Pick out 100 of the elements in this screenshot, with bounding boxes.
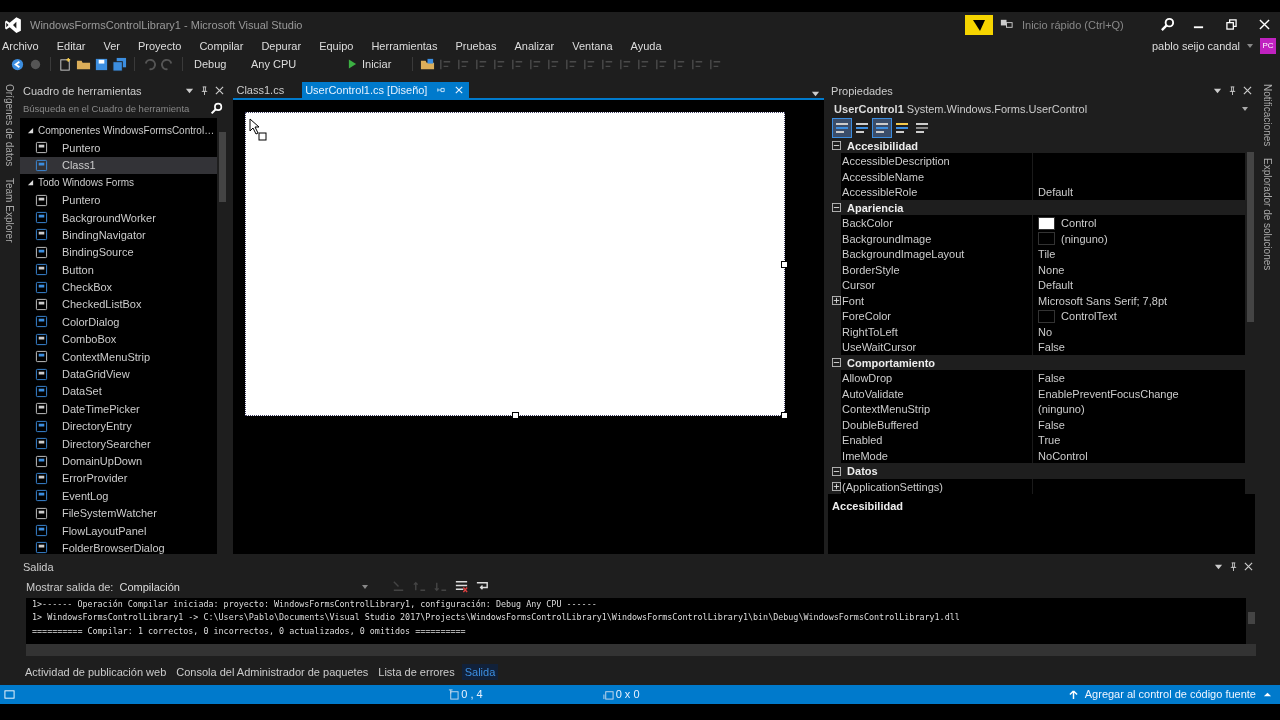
search-field[interactable]: Búsqueda en el Cuadro de herramienta [19, 99, 228, 118]
menu-item[interactable]: Archivo [2, 39, 39, 52]
property-name[interactable]: ImeMode [842, 449, 888, 462]
property-value[interactable]: (ninguno) [1038, 403, 1085, 416]
property-value[interactable]: False [1038, 418, 1065, 431]
expand-icon[interactable] [832, 482, 842, 492]
property-value[interactable]: Default [1038, 279, 1073, 292]
toolbox-item[interactable]: CheckedListBox [19, 295, 218, 314]
start-button[interactable]: Iniciar [346, 58, 406, 71]
toolbox-item[interactable]: BackgroundWorker [19, 208, 218, 227]
resize-handle[interactable] [781, 411, 789, 419]
bottom-tab[interactable]: Consola del Administrador de paquetes [173, 664, 372, 680]
property-name[interactable]: (ApplicationSettings) [842, 480, 943, 493]
property-value[interactable]: EnablePreventFocusChange [1038, 387, 1179, 400]
menu-item[interactable]: Proyecto [137, 39, 182, 52]
collapse-icon[interactable] [832, 466, 842, 476]
property-value[interactable]: No [1038, 325, 1053, 338]
back-icon[interactable] [10, 56, 25, 72]
output-source-dropdown[interactable]: Compilación [119, 580, 376, 593]
property-name[interactable]: Enabled [842, 434, 883, 447]
save-icon[interactable] [94, 56, 109, 72]
bottom-tab[interactable]: Lista de errores [375, 664, 458, 680]
property-name[interactable]: BorderStyle [842, 263, 900, 276]
menu-item[interactable]: Herramientas [371, 39, 438, 52]
property-name[interactable]: AutoValidate [842, 387, 904, 400]
property-value[interactable]: None [1038, 263, 1065, 276]
expand-icon[interactable] [832, 296, 842, 306]
object-selector[interactable]: UserControl1 System.Windows.Forms.UserControl [828, 99, 1256, 118]
property-value[interactable]: ControlText [1061, 310, 1117, 323]
user-avatar[interactable]: PC [1260, 37, 1276, 54]
restore-icon[interactable] [1226, 19, 1237, 31]
toolbox-item[interactable]: DataGridView [19, 365, 218, 383]
toolbox-item[interactable]: CheckBox [19, 278, 218, 296]
save-all-icon[interactable] [112, 56, 127, 72]
property-name[interactable]: AccessibleDescription [842, 155, 950, 168]
toolbox-item[interactable]: EventLog [19, 487, 218, 505]
property-value[interactable]: False [1038, 341, 1065, 354]
pin-icon[interactable] [200, 86, 210, 96]
property-name[interactable]: Font [842, 294, 865, 307]
property-value[interactable]: Default [1038, 186, 1073, 199]
property-name[interactable]: BackgroundImage [842, 232, 932, 245]
view-button-icon[interactable] [873, 118, 892, 137]
side-tab[interactable]: Orígenes de datos [4, 83, 16, 167]
property-name[interactable]: BackColor [842, 217, 893, 230]
toolbox-item[interactable]: ColorDialog [19, 313, 218, 331]
property-name[interactable]: BackgroundImageLayout [842, 248, 965, 261]
toolbox-item[interactable]: Button [19, 261, 218, 279]
property-name[interactable]: ForeColor [842, 310, 891, 323]
toolbox-item[interactable]: DataSet [19, 382, 218, 401]
new-project-icon[interactable] [58, 56, 73, 72]
toolbox-item[interactable]: FileSystemWatcher [19, 504, 218, 522]
close-icon[interactable] [215, 86, 225, 96]
toolbox-item[interactable]: ComboBox [19, 330, 218, 348]
toolbox-item[interactable]: ErrorProvider [19, 469, 218, 488]
menu-item[interactable]: Ver [103, 39, 120, 52]
property-name[interactable]: Cursor [842, 279, 876, 292]
dropdown-icon[interactable] [1214, 562, 1223, 572]
resize-handle[interactable] [781, 260, 789, 268]
property-value[interactable]: NoControl [1038, 449, 1088, 462]
property-name[interactable]: RightToLeft [842, 325, 898, 338]
property-name[interactable]: DoubleBuffered [842, 418, 919, 431]
property-value[interactable]: Tile [1038, 248, 1056, 261]
toolbox-item[interactable]: BindingSource [19, 243, 218, 261]
toolbox-item[interactable]: BindingNavigator [19, 226, 218, 244]
collapse-icon[interactable] [832, 141, 842, 151]
property-value[interactable]: (ninguno) [1061, 232, 1108, 245]
toolbox-item[interactable]: DateTimePicker [19, 400, 218, 418]
search-icon[interactable] [210, 102, 224, 116]
side-tab[interactable]: Team Explorer [4, 178, 16, 243]
close-icon[interactable] [1244, 562, 1253, 572]
side-tab[interactable]: Explorador de soluciones [1262, 158, 1274, 271]
editor-tab[interactable]: Class1.cs [233, 81, 291, 98]
expand-arrow-icon[interactable] [26, 179, 34, 187]
close-icon[interactable] [1243, 86, 1253, 96]
dropdown-icon[interactable] [1213, 86, 1223, 96]
property-value[interactable]: Control [1061, 217, 1097, 230]
toolbox-group[interactable]: Componentes WindowsFormsControl… [19, 121, 218, 140]
toolbox-item[interactable]: DirectorySearcher [19, 434, 218, 453]
search-icon[interactable] [1160, 17, 1175, 33]
side-tab[interactable]: Notificaciones [1262, 83, 1274, 147]
bottom-tab[interactable]: Actividad de publicación web [22, 664, 170, 680]
quick-launch-field[interactable]: Inicio rápido (Ctrl+Q) [1020, 17, 1160, 32]
caret-icon[interactable] [1246, 41, 1254, 50]
menu-item[interactable]: Editar [56, 39, 86, 52]
user-name[interactable]: pablo seijo candal [1151, 39, 1240, 52]
toolbox-group[interactable]: Todo Windows Forms [19, 174, 218, 192]
dropdown-icon[interactable] [185, 86, 195, 96]
toolbox-item[interactable]: Puntero [19, 139, 218, 157]
toolbox-item[interactable]: ContextMenuStrip [19, 347, 218, 366]
configuration-dropdown[interactable]: Debug [190, 58, 244, 71]
property-value[interactable]: True [1038, 434, 1061, 447]
property-name[interactable]: AccessibleRole [842, 186, 918, 199]
property-name[interactable]: AccessibleName [842, 170, 924, 183]
property-name[interactable]: ContextMenuStrip [842, 403, 931, 416]
menu-item[interactable]: Compilar [199, 39, 244, 52]
platform-dropdown[interactable]: Any CPU [247, 58, 343, 71]
toolbox-item[interactable]: FolderBrowserDialog [19, 539, 218, 554]
toolbox-item[interactable]: DirectoryEntry [19, 417, 218, 435]
resize-handle[interactable] [512, 411, 520, 419]
feedback-flag-icon[interactable] [965, 14, 993, 35]
